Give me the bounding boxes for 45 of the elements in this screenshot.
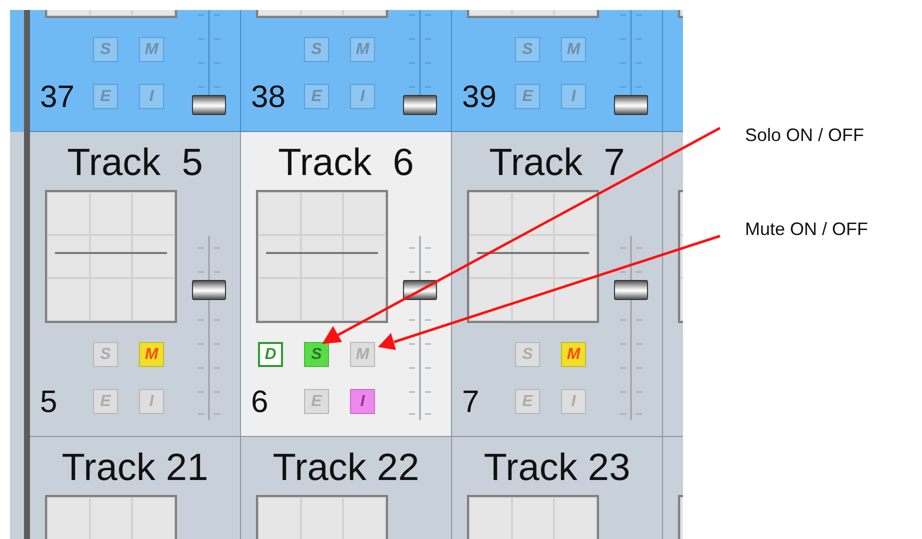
fader-thumb[interactable]: [614, 280, 648, 300]
track-strip[interactable]: S M 38 E I: [241, 10, 452, 132]
mute-toggle[interactable]: M: [350, 37, 375, 62]
track-strip[interactable]: Track 22: [241, 437, 452, 539]
track-strip[interactable]: S M 37 E I: [30, 10, 241, 132]
track-strip[interactable]: S M 39 E I: [452, 10, 663, 132]
input-toggle[interactable]: I: [139, 84, 164, 109]
track-title: Track 5: [67, 144, 203, 186]
solo-toggle[interactable]: S: [515, 37, 540, 62]
track-number: 38: [251, 81, 286, 112]
display-toggle[interactable]: D: [258, 342, 283, 367]
edit-toggle[interactable]: E: [93, 84, 118, 109]
fader-track[interactable]: [403, 236, 437, 420]
edit-toggle[interactable]: E: [515, 84, 540, 109]
track-title: Track 21: [62, 449, 208, 491]
annotation-label: Mute ON / OFF: [745, 218, 868, 241]
mute-toggle[interactable]: M: [561, 37, 586, 62]
fader-thumb[interactable]: [403, 95, 437, 115]
solo-toggle[interactable]: S: [93, 37, 118, 62]
edit-toggle[interactable]: E: [304, 84, 329, 109]
track-number: 6: [251, 386, 268, 417]
track-number: 5: [40, 386, 58, 417]
track-number: 39: [462, 81, 496, 112]
track-number: 7: [462, 386, 480, 417]
track-title: Track 7: [489, 144, 625, 186]
track-title: Track 22: [272, 449, 420, 491]
input-toggle[interactable]: I: [350, 84, 375, 109]
input-toggle[interactable]: I: [350, 389, 375, 414]
fader-thumb[interactable]: [614, 95, 648, 115]
mute-toggle[interactable]: M: [139, 37, 164, 62]
solo-toggle[interactable]: S: [304, 342, 329, 367]
mute-toggle[interactable]: M: [139, 342, 164, 367]
fader-thumb[interactable]: [192, 95, 226, 115]
mute-toggle[interactable]: M: [561, 342, 586, 367]
track-strip[interactable]: Track 23: [452, 437, 663, 539]
track-strip[interactable]: Track 21: [30, 437, 241, 539]
input-toggle[interactable]: I: [561, 84, 586, 109]
fader-track[interactable]: [192, 236, 226, 420]
annotation-label: Solo ON / OFF: [745, 124, 864, 147]
fader-track[interactable]: [614, 236, 648, 420]
solo-toggle[interactable]: S: [304, 37, 329, 62]
fader-thumb[interactable]: [192, 280, 226, 300]
track-title: Track 6: [278, 144, 414, 186]
track-number: 37: [40, 81, 74, 112]
track-title: Track 23: [484, 449, 630, 491]
